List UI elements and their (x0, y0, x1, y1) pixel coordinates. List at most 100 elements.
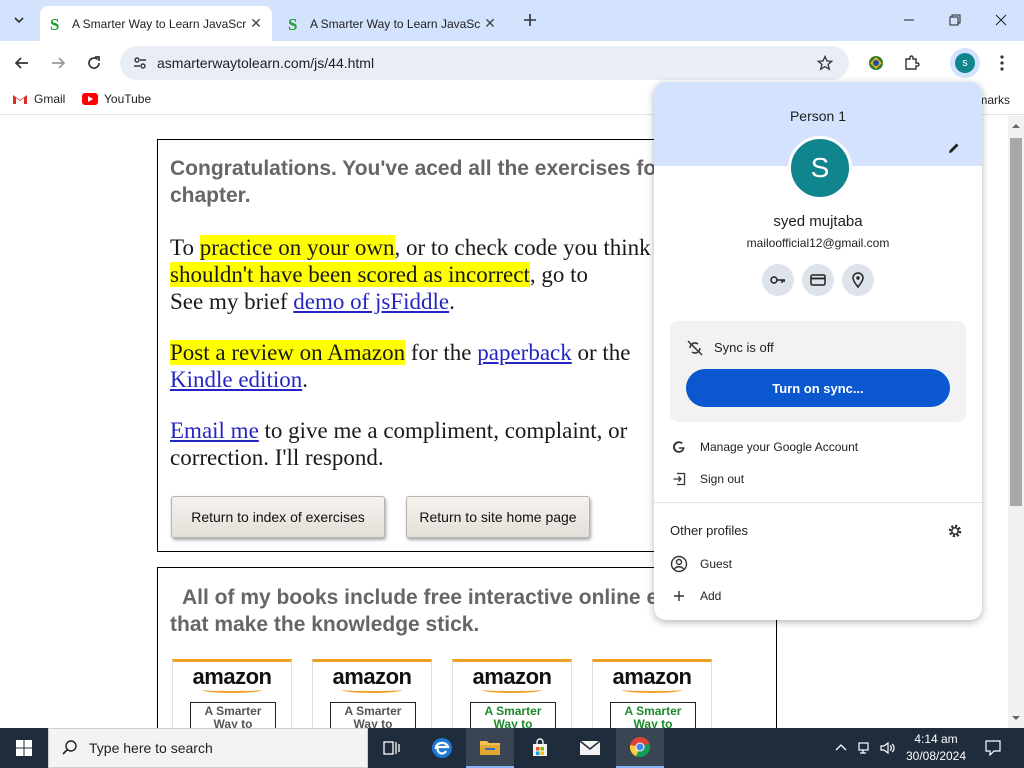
gear-icon[interactable] (946, 522, 964, 540)
chrome-taskbar-icon[interactable] (616, 728, 664, 768)
amazon-book-card[interactable]: amazon A Smarter Way to (592, 659, 712, 728)
minimize-button[interactable] (886, 0, 932, 40)
key-icon (770, 276, 785, 284)
sync-box: Sync is off Turn on sync... (670, 321, 966, 422)
pencil-icon (949, 143, 959, 153)
add-profile-item[interactable]: Add (654, 581, 982, 611)
back-button[interactable] (7, 48, 37, 78)
scroll-thumb[interactable] (1010, 138, 1022, 506)
extensions-puzzle-icon[interactable] (897, 48, 927, 78)
tab-title: A Smarter Way to Learn JavaScript (310, 16, 480, 31)
menu-button[interactable] (987, 48, 1017, 78)
notifications-button[interactable] (978, 728, 1008, 768)
taskbar-search-box[interactable]: Type here to search (48, 728, 368, 768)
network-tray-icon[interactable] (854, 728, 876, 768)
notification-icon (985, 740, 1001, 756)
edit-profile-button[interactable] (944, 138, 964, 158)
amazon-book-card[interactable]: amazon A Smarter Way to (452, 659, 572, 728)
profile-button[interactable]: s (950, 48, 980, 78)
tab-close-icon[interactable]: ✕ (246, 14, 266, 34)
chevron-down-icon (14, 17, 24, 24)
scroll-up-icon[interactable] (1008, 120, 1024, 132)
bookmark-label: Gmail (34, 92, 66, 106)
bookmark-star-icon[interactable] (813, 51, 837, 75)
search-placeholder: Type here to search (89, 740, 213, 756)
book-cover: A Smarter Way to (330, 702, 416, 728)
guest-profile-item[interactable]: Guest (654, 549, 982, 579)
amazon-book-card[interactable]: amazon A Smarter Way to (172, 659, 292, 728)
arrow-right-icon (52, 57, 66, 69)
tab-inactive[interactable]: S A Smarter Way to Learn JavaScript ✕ (278, 6, 506, 41)
tab-close-icon[interactable]: ✕ (480, 14, 500, 34)
arrow-left-icon (14, 57, 28, 69)
turn-on-sync-button[interactable]: Turn on sync... (686, 369, 950, 407)
amazon-logo: amazon (192, 664, 272, 689)
volume-tray-icon[interactable] (877, 728, 899, 768)
bookmark-youtube[interactable]: YouTube (82, 92, 151, 106)
email-me-link[interactable]: Email me (170, 418, 259, 443)
manage-google-account[interactable]: Manage your Google Account (654, 432, 982, 462)
clock-time: 4:14 am (914, 732, 958, 746)
amazon-book-card[interactable]: amazon A Smarter Way to (312, 659, 432, 728)
sign-out-icon (670, 470, 688, 488)
location-pin-icon (852, 272, 864, 289)
chevron-up-icon (835, 744, 847, 751)
kindle-edition-link[interactable]: Kindle edition (170, 367, 302, 392)
mail-taskbar-icon[interactable] (566, 728, 614, 768)
profile-menu: Person 1 S syed mujtaba mailoofficial12@… (654, 82, 982, 620)
browser-toolbar: asmarterwaytolearn.com/js/44.html s (0, 41, 1024, 85)
amazon-logo: amazon (332, 664, 412, 689)
tab-strip: S A Smarter Way to Learn JavaScript ✕ S … (0, 0, 1024, 41)
site-info-icon[interactable] (128, 51, 152, 75)
restore-button[interactable] (932, 0, 978, 40)
new-tab-button[interactable] (518, 8, 542, 32)
reload-button[interactable] (79, 48, 109, 78)
task-view-button[interactable] (368, 728, 416, 768)
profile-email: mailoofficial12@gmail.com (746, 236, 890, 250)
url-text[interactable]: asmarterwaytolearn.com/js/44.html (157, 55, 374, 71)
bookmark-label: YouTube (104, 92, 152, 106)
task-view-icon (383, 741, 400, 755)
address-bar[interactable]: asmarterwaytolearn.com/js/44.html (120, 46, 849, 80)
restore-icon (949, 14, 961, 26)
plus-icon (670, 587, 688, 605)
minimize-icon (904, 19, 914, 21)
return-to-home-button[interactable]: Return to site home page (406, 496, 590, 538)
gmail-icon (13, 95, 27, 104)
extension-icon[interactable] (861, 48, 891, 78)
amazon-logo: amazon (472, 664, 552, 689)
profile-avatar: S (788, 136, 852, 200)
speaker-icon (880, 741, 895, 755)
return-to-index-button[interactable]: Return to index of exercises (171, 496, 385, 538)
site-favicon-icon: S (286, 16, 302, 32)
page-scrollbar[interactable] (1008, 116, 1024, 728)
payment-methods-button[interactable] (802, 264, 834, 296)
sign-out-item[interactable]: Sign out (654, 464, 982, 494)
google-g-icon (670, 438, 688, 456)
menu-divider (654, 502, 982, 503)
start-button[interactable] (0, 728, 48, 768)
jsfiddle-demo-link[interactable]: demo of jsFiddle (293, 289, 449, 314)
taskbar-clock[interactable]: 4:14 am 30/08/2024 (900, 731, 972, 765)
show-hidden-icons[interactable] (830, 728, 852, 768)
close-window-button[interactable] (978, 0, 1024, 40)
tab-active[interactable]: S A Smarter Way to Learn JavaScript ✕ (40, 6, 272, 41)
avatar: s (955, 53, 975, 73)
edge-taskbar-icon[interactable] (418, 728, 466, 768)
windows-logo-icon (16, 740, 32, 756)
forward-button[interactable] (43, 48, 73, 78)
network-icon (858, 742, 869, 754)
paperback-link[interactable]: paperback (477, 340, 572, 365)
file-explorer-taskbar-icon[interactable] (466, 728, 514, 768)
scroll-down-icon[interactable] (1008, 712, 1024, 724)
search-icon (62, 740, 77, 755)
tab-search-button[interactable] (6, 8, 32, 32)
microsoft-store-taskbar-icon[interactable] (516, 728, 564, 768)
addresses-button[interactable] (842, 264, 874, 296)
clock-date: 30/08/2024 (905, 749, 967, 763)
profile-person-label: Person 1 (789, 108, 847, 124)
passwords-button[interactable] (762, 264, 794, 296)
credit-card-icon (810, 274, 826, 286)
bookmark-gmail[interactable]: Gmail (12, 92, 65, 106)
youtube-icon (82, 93, 98, 105)
